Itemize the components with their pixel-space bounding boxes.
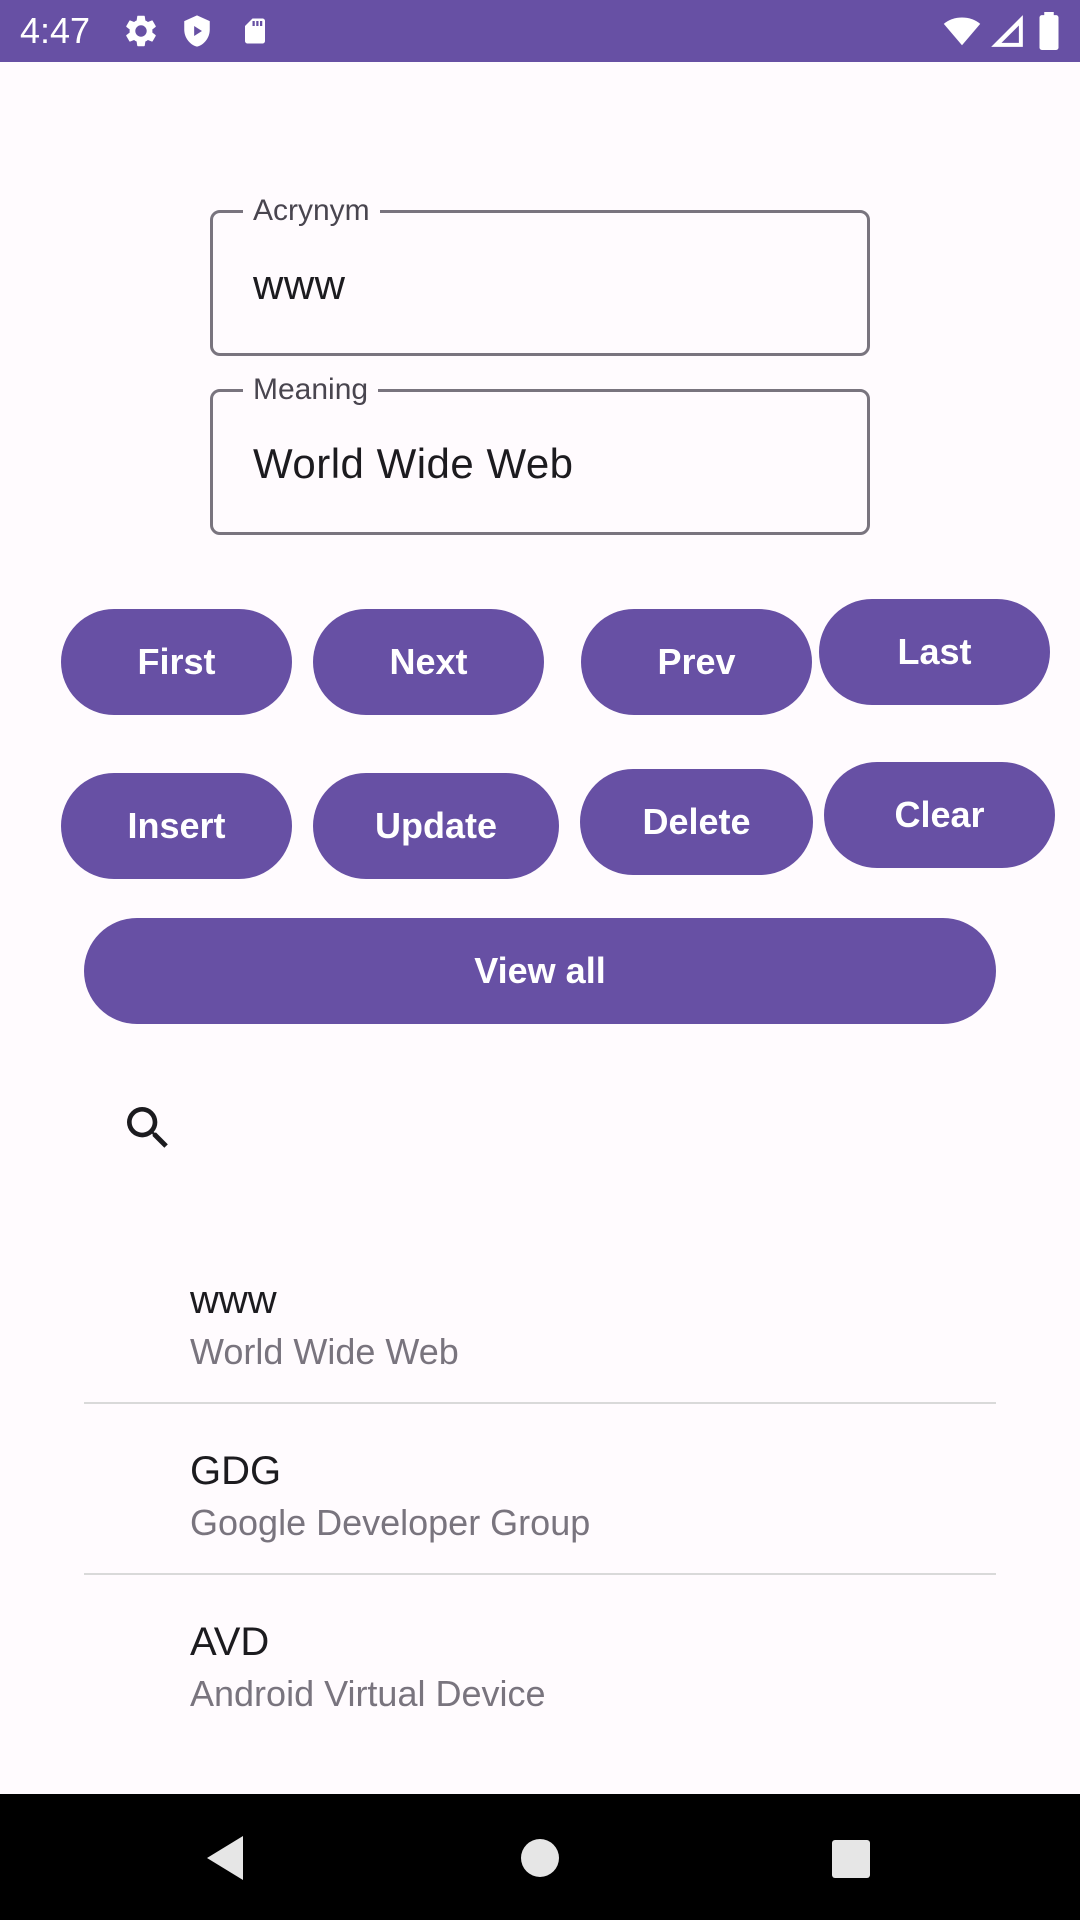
navigation-bar	[0, 1794, 1080, 1920]
battery-icon	[1039, 12, 1059, 50]
list-item-title: www	[190, 1278, 277, 1322]
view-all-button[interactable]: View all	[84, 918, 996, 1024]
signal-icon	[991, 15, 1023, 47]
list-item-subtitle: Google Developer Group	[190, 1502, 591, 1543]
list-item-title: GDG	[190, 1449, 282, 1493]
shield-icon	[184, 15, 210, 47]
list-item-title: AVD	[190, 1620, 270, 1664]
acronym-field-label: Acrynym	[243, 191, 380, 231]
home-icon[interactable]	[518, 1836, 562, 1880]
back-icon[interactable]	[203, 1834, 247, 1882]
list-item-subtitle: World Wide Web	[190, 1331, 459, 1372]
next-button[interactable]: Next	[313, 609, 544, 715]
status-time: 4:47	[20, 10, 91, 51]
list-divider	[84, 1402, 996, 1404]
search-icon[interactable]	[120, 1100, 176, 1156]
delete-button[interactable]: Delete	[580, 769, 813, 875]
list-divider	[84, 1573, 996, 1575]
insert-button[interactable]: Insert	[61, 773, 292, 879]
acronym-input[interactable]: www	[253, 261, 346, 309]
wifi-icon	[943, 17, 981, 46]
clear-button[interactable]: Clear	[824, 762, 1055, 868]
sd-card-icon	[245, 18, 265, 44]
meaning-field[interactable]: Meaning World Wide Web	[210, 370, 870, 535]
list-item[interactable]: AVD Android Virtual Device	[0, 1600, 1080, 1770]
meaning-field-label: Meaning	[243, 370, 379, 410]
status-bar: 4:47	[0, 0, 1080, 62]
gear-icon	[126, 15, 156, 47]
update-button[interactable]: Update	[313, 773, 559, 879]
recents-icon[interactable]	[830, 1838, 872, 1880]
first-button[interactable]: First	[61, 609, 292, 715]
prev-button[interactable]: Prev	[581, 609, 812, 715]
last-button[interactable]: Last	[819, 599, 1050, 705]
list-item-subtitle: Android Virtual Device	[190, 1673, 546, 1714]
acronym-field[interactable]: Acrynym www	[210, 191, 870, 356]
meaning-input[interactable]: World Wide Web	[253, 440, 574, 488]
